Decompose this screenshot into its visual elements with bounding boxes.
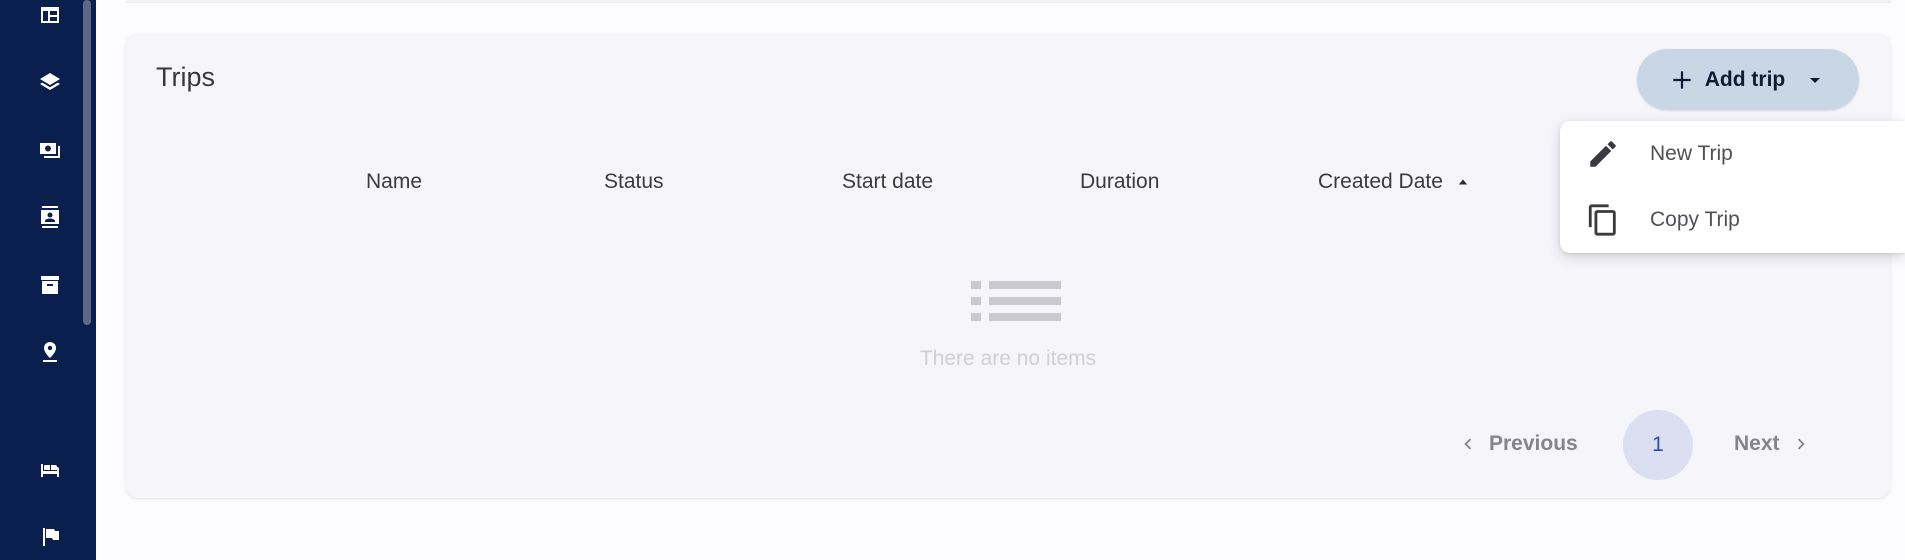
- menu-item-new-trip[interactable]: New Trip: [1560, 121, 1905, 187]
- chevron-left-icon: [1464, 438, 1472, 450]
- sidebar-scrollbar[interactable]: [83, 0, 91, 325]
- column-header-duration[interactable]: Duration: [1080, 170, 1159, 194]
- flag-icon[interactable]: [36, 523, 64, 551]
- contacts-icon[interactable]: [36, 203, 64, 231]
- copy-icon: [1586, 203, 1620, 237]
- dashboard-icon[interactable]: [36, 1, 64, 29]
- location-pin-icon[interactable]: [36, 338, 64, 366]
- column-header-status[interactable]: Status: [604, 170, 664, 194]
- previous-page-button[interactable]: Previous: [1457, 432, 1578, 456]
- bed-icon[interactable]: [36, 456, 64, 484]
- add-trip-button[interactable]: Add trip: [1637, 49, 1859, 110]
- empty-state-text: There are no items: [919, 347, 1097, 370]
- add-trip-menu: New Trip Copy Trip: [1560, 121, 1905, 253]
- plus-icon: [1673, 70, 1691, 89]
- page-title: Trips: [156, 62, 215, 92]
- column-header-start-date[interactable]: Start date: [842, 170, 933, 194]
- sort-ascending-icon: [1458, 179, 1468, 185]
- payments-icon[interactable]: [36, 136, 64, 164]
- chevron-right-icon: [1797, 438, 1805, 450]
- menu-item-copy-trip[interactable]: Copy Trip: [1560, 187, 1905, 253]
- sidebar-nav: [0, 0, 96, 560]
- column-header-created-date[interactable]: Created Date: [1318, 170, 1473, 194]
- page-number-current[interactable]: 1: [1623, 410, 1693, 480]
- archive-icon[interactable]: [36, 271, 64, 299]
- caret-down-icon: [1810, 77, 1821, 83]
- pencil-icon: [1586, 137, 1620, 171]
- list-icon: [971, 279, 1061, 339]
- column-header-name[interactable]: Name: [366, 170, 422, 194]
- layers-icon[interactable]: [36, 68, 64, 96]
- next-page-button[interactable]: Next: [1734, 432, 1812, 456]
- top-panel-edge: [126, 0, 1891, 3]
- trips-card: Trips Add trip Name Status Start date Du…: [126, 34, 1890, 498]
- add-trip-label: Add trip: [1704, 67, 1786, 91]
